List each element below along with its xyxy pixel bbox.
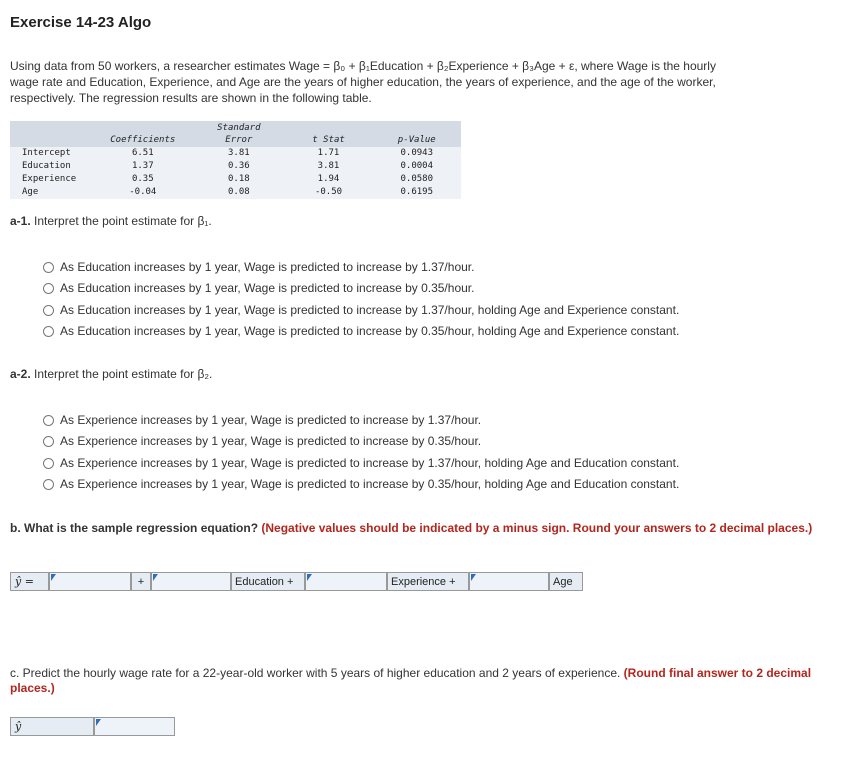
table-cell: -0.50 [284,186,373,199]
a2-option-4[interactable]: As Experience increases by 1 year, Wage … [43,476,679,492]
option-label: As Experience increases by 1 year, Wage … [60,477,680,491]
yhat-prediction-label: ŷ [10,717,94,736]
radio-button[interactable] [43,414,54,426]
option-label: As Experience increases by 1 year, Wage … [60,434,482,448]
table-cell: 6.51 [92,147,194,160]
table-cell: 0.18 [193,173,285,186]
table-header [10,121,93,147]
table-header: p-Value [372,121,461,147]
prediction-input[interactable] [94,717,175,736]
a2-option-3[interactable]: As Experience increases by 1 year, Wage … [43,455,679,471]
option-label: As Education increases by 1 year, Wage i… [60,260,475,274]
radio-button[interactable] [43,261,54,273]
a1-option-4[interactable]: As Education increases by 1 year, Wage i… [43,323,679,339]
age-label: Age [549,572,583,591]
problem-statement: Using data from 50 workers, a researcher… [10,58,830,106]
radio-button[interactable] [43,457,54,469]
intro-line-1: Using data from 50 workers, a researcher… [10,59,716,73]
radio-button[interactable] [43,304,54,316]
option-label: As Experience increases by 1 year, Wage … [60,456,680,470]
radio-button[interactable] [43,282,54,294]
question-a1-text: Interpret the point estimate for β₁. [34,214,212,228]
table-cell: 0.08 [193,186,285,199]
education-coefficient-input[interactable] [151,572,231,591]
question-a2-text: Interpret the point estimate for β₂. [34,367,213,381]
a2-option-2[interactable]: As Experience increases by 1 year, Wage … [43,433,481,449]
radio-button[interactable] [43,435,54,447]
question-a1: a-1. Interpret the point estimate for β₁… [10,214,212,228]
table-row: Age -0.04 0.08 -0.50 0.6195 [10,186,461,199]
a1-option-2[interactable]: As Education increases by 1 year, Wage i… [43,280,474,296]
table-cell: 0.0580 [372,173,461,186]
table-cell: 0.35 [92,173,194,186]
table-cell: 3.81 [284,160,373,173]
option-label: As Experience increases by 1 year, Wage … [60,413,482,427]
question-b-instruction: (Negative values should be indicated by … [261,521,813,535]
question-b-text: b. What is the sample regression equatio… [10,521,259,535]
question-c: c. Predict the hourly wage rate for a 22… [10,666,850,696]
experience-coefficient-input[interactable] [305,572,387,591]
input-flag-icon [96,719,101,726]
input-flag-icon [471,574,476,581]
page-title: Exercise 14-23 Algo [10,14,152,31]
question-a2: a-2. Interpret the point estimate for β₂… [10,367,212,381]
table-cell: 0.36 [193,160,285,173]
question-a2-number: a-2. [10,367,31,381]
yhat-label: ŷ = [10,572,49,591]
table-cell: Experience [10,173,93,186]
table-cell: 0.6195 [372,186,461,199]
plus-sign: + [131,572,151,591]
intro-line-2: wage rate and Education, Experience, and… [10,75,716,89]
table-header: t Stat [284,121,373,147]
table-cell: 1.37 [92,160,194,173]
table-cell: Education [10,160,93,173]
a1-option-3[interactable]: As Education increases by 1 year, Wage i… [43,302,679,318]
table-row: Education 1.37 0.36 3.81 0.0004 [10,160,461,173]
a1-option-1[interactable]: As Education increases by 1 year, Wage i… [43,259,474,275]
experience-label: Experience + [387,572,469,591]
table-row: Intercept 6.51 3.81 1.71 0.0943 [10,147,461,160]
table-row: Experience 0.35 0.18 1.94 0.0580 [10,173,461,186]
option-label: As Education increases by 1 year, Wage i… [60,324,680,338]
question-b: b. What is the sample regression equatio… [10,521,850,536]
education-label: Education + [231,572,305,591]
question-c-text: c. Predict the hourly wage rate for a 22… [10,666,621,680]
table-cell: 3.81 [193,147,285,160]
table-header: Coefficients [92,121,194,147]
table-cell: -0.04 [92,186,194,199]
option-label: As Education increases by 1 year, Wage i… [60,281,475,295]
table-header: Standard Error [193,121,285,147]
table-cell: 0.0004 [372,160,461,173]
input-flag-icon [153,574,158,581]
input-flag-icon [307,574,312,581]
table-cell: 0.0943 [372,147,461,160]
radio-button[interactable] [43,325,54,337]
radio-button[interactable] [43,478,54,490]
table-cell: Age [10,186,93,199]
age-coefficient-input[interactable] [469,572,549,591]
question-a1-number: a-1. [10,214,31,228]
intercept-input[interactable] [49,572,131,591]
table-cell: Intercept [10,147,93,160]
option-label: As Education increases by 1 year, Wage i… [60,303,680,317]
table-cell: 1.94 [284,173,373,186]
regression-results-table: Coefficients Standard Error t Stat p-Val… [10,121,461,199]
table-cell: 1.71 [284,147,373,160]
table-header-row: Coefficients Standard Error t Stat p-Val… [10,121,461,147]
input-flag-icon [51,574,56,581]
intro-line-3: respectively. The regression results are… [10,91,372,105]
a2-option-1[interactable]: As Experience increases by 1 year, Wage … [43,412,481,428]
